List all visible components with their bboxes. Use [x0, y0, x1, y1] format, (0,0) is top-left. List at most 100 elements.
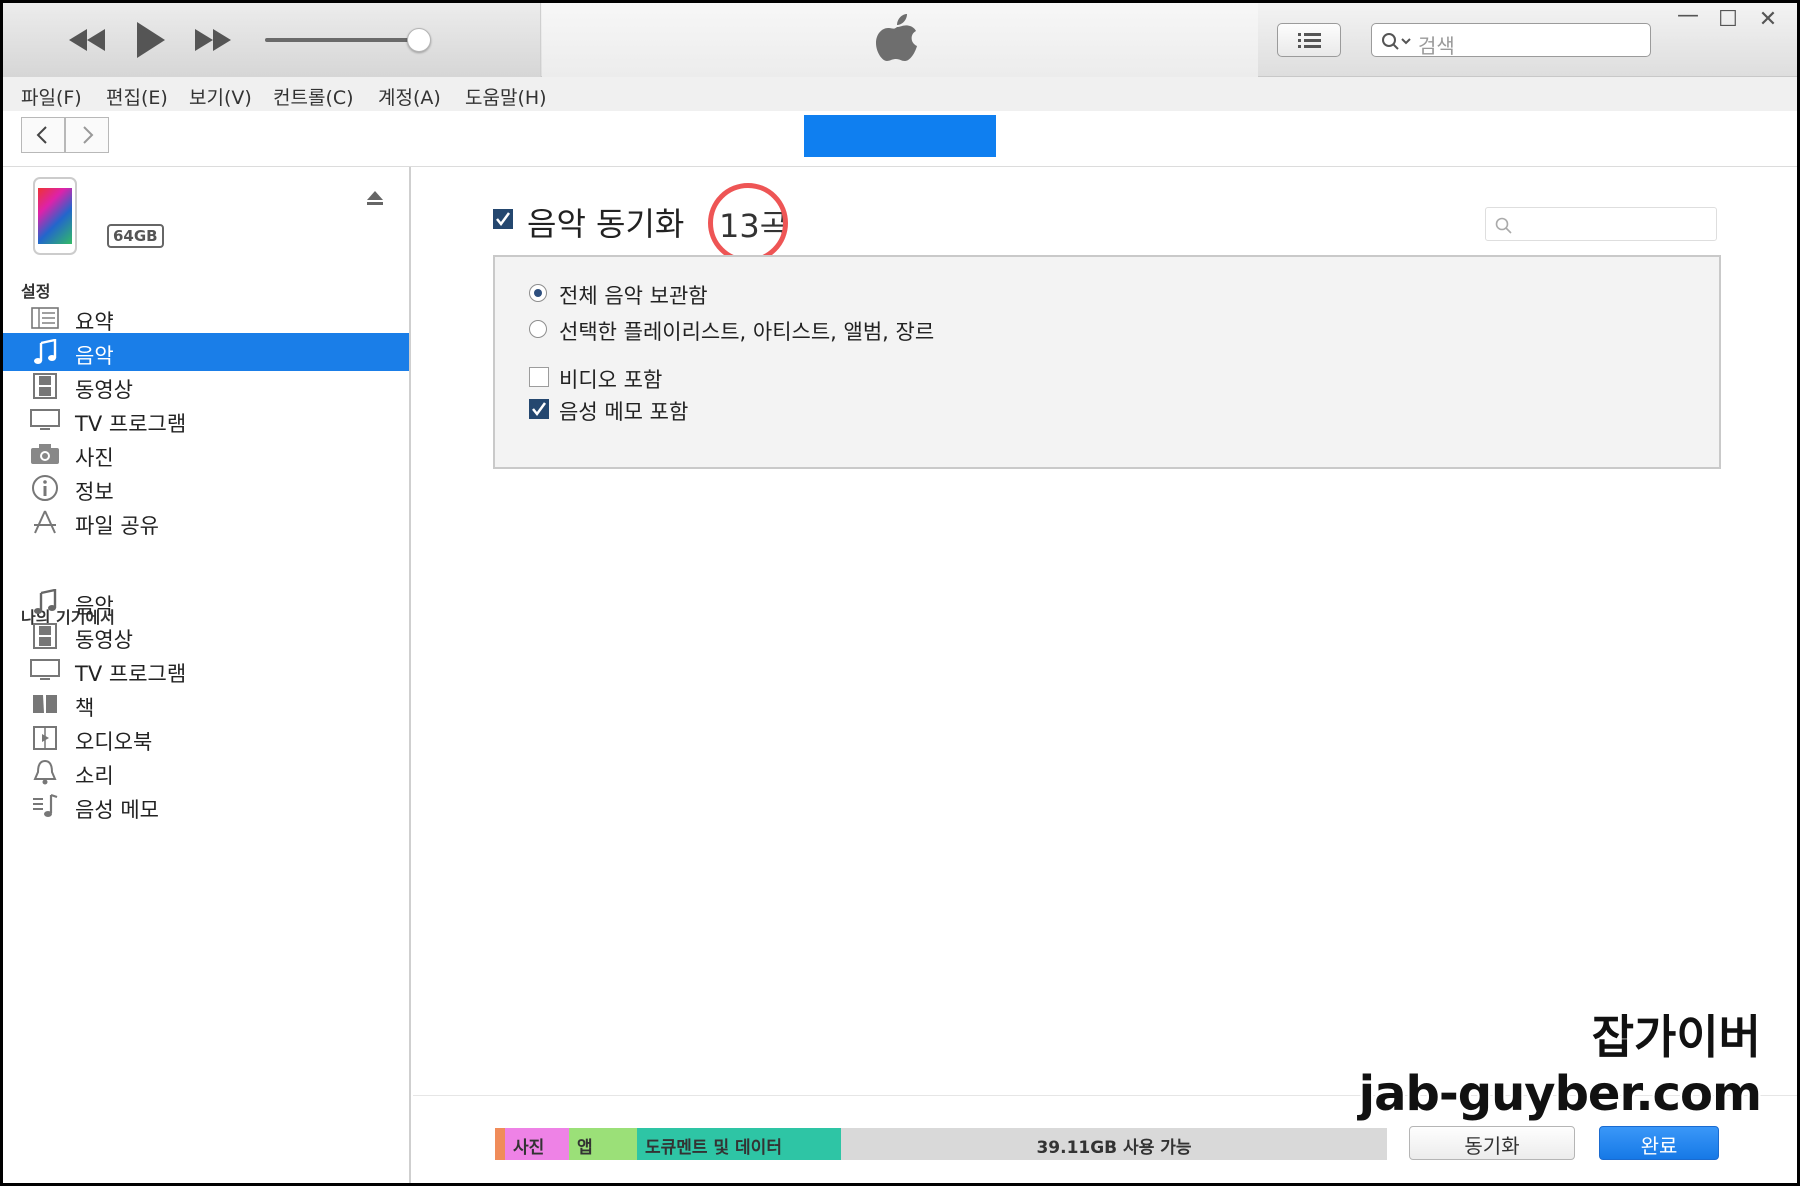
maximize-button[interactable]: ☐	[1713, 7, 1743, 32]
info-icon	[29, 474, 61, 502]
sidebar-settings-item[interactable]: 사진	[3, 435, 409, 473]
sidebar-settings-item[interactable]: 파일 공유	[3, 503, 409, 541]
sidebar-device-item[interactable]: 책	[3, 685, 409, 723]
option-label: 선택한 플레이리스트, 아티스트, 앨범, 장르	[559, 320, 935, 344]
watermark-url: jab-guyber.com	[1358, 1066, 1762, 1122]
sync-music-checkbox[interactable]	[493, 209, 513, 229]
search-placeholder: 검색	[1418, 34, 1455, 58]
music-note-icon	[29, 588, 61, 616]
itunes-window: 검색 — ☐ ✕ 파일(F) 편집(E) 보기(V) 컨트롤(C) 계정(A) …	[3, 3, 1797, 1183]
player-controls	[3, 3, 541, 77]
voice-memo-icon	[29, 792, 61, 820]
audiobook-icon	[29, 724, 61, 752]
highlight-circle	[708, 183, 788, 263]
status-area	[542, 3, 1258, 77]
device-tab[interactable]	[804, 115, 996, 157]
sidebar-settings-item-label: 파일 공유	[75, 514, 159, 538]
menu-view[interactable]: 보기(V)	[189, 83, 252, 110]
sidebar-settings-item[interactable]: 음악	[3, 333, 409, 371]
search-icon	[1382, 33, 1411, 50]
checkbox-include-videos[interactable]	[529, 367, 549, 387]
device-capacity: 64GB	[107, 224, 164, 248]
list-icon	[1298, 33, 1321, 48]
filter-input[interactable]	[1485, 207, 1717, 241]
option-label: 전체 음악 보관함	[559, 284, 708, 308]
list-view-button[interactable]	[1277, 23, 1341, 57]
film-icon	[29, 372, 61, 400]
volume-slider-knob[interactable]	[407, 28, 431, 52]
sidebar-settings-item[interactable]: 동영상	[3, 367, 409, 405]
tv-icon	[29, 656, 61, 684]
sidebar-settings-item[interactable]: 정보	[3, 469, 409, 507]
done-button[interactable]: 완료	[1599, 1126, 1719, 1160]
sidebar-device-item[interactable]: 소리	[3, 753, 409, 791]
book-icon	[29, 690, 61, 718]
sync-music-title: 음악 동기화	[527, 205, 685, 243]
film-icon	[29, 622, 61, 650]
device-image	[33, 177, 77, 255]
sidebar-settings-item-label: 사진	[75, 446, 114, 470]
checkbox-include-voice-memos[interactable]	[529, 399, 549, 419]
app-store-icon	[29, 508, 61, 536]
watermark: 잡가이버 jab-guyber.com	[1321, 1009, 1762, 1123]
play-icon[interactable]	[133, 20, 167, 60]
sidebar-device-item-label: 책	[75, 696, 95, 720]
minimize-button[interactable]: —	[1673, 3, 1703, 28]
volume-slider[interactable]	[265, 38, 425, 42]
sidebar-device-item-label: 오디오북	[75, 730, 153, 754]
sidebar-device-item[interactable]: TV 프로그램	[3, 651, 409, 689]
sidebar-settings-item[interactable]: 요약	[3, 299, 409, 337]
storage-segment: 앱	[569, 1128, 637, 1160]
menu-file[interactable]: 파일(F)	[21, 83, 82, 110]
storage-segment: 도큐멘트 및 데이터	[637, 1128, 841, 1160]
navigation-bar	[3, 111, 1797, 167]
storage-segment: 사진	[505, 1128, 569, 1160]
forward-button[interactable]	[65, 117, 109, 153]
sidebar-device-item[interactable]: 동영상	[3, 617, 409, 655]
menu-help[interactable]: 도움말(H)	[465, 83, 547, 110]
bell-icon	[29, 758, 61, 786]
menu-bar: 파일(F) 편집(E) 보기(V) 컨트롤(C) 계정(A) 도움말(H)	[3, 77, 1797, 111]
fast-forward-icon[interactable]	[193, 27, 233, 53]
menu-controls[interactable]: 컨트롤(C)	[273, 83, 354, 110]
sync-options-panel: 전체 음악 보관함 선택한 플레이리스트, 아티스트, 앨범, 장르 비디오 포…	[493, 255, 1721, 469]
sidebar-device-item[interactable]: 오디오북	[3, 719, 409, 757]
rewind-icon[interactable]	[67, 27, 107, 53]
checkmark-icon	[529, 399, 549, 419]
sidebar-settings-item-label: TV 프로그램	[75, 412, 187, 436]
option-label: 비디오 포함	[559, 368, 663, 392]
chevron-left-icon	[36, 126, 47, 144]
radio-selected-items[interactable]	[529, 320, 547, 338]
storage-segment	[495, 1128, 505, 1160]
sidebar: 64GB 설정 요약 음악 동영상 TV 프로그램 사진 정보 파일 공유 나의 기기에서 …	[3, 167, 411, 1183]
watermark-title: 잡가이버	[1591, 1010, 1761, 1064]
apple-logo-icon	[876, 14, 917, 61]
close-button[interactable]: ✕	[1753, 7, 1783, 32]
sidebar-settings-item-label: 음악	[75, 344, 114, 368]
chevron-right-icon	[83, 126, 94, 144]
sidebar-device-item-label: 음성 메모	[75, 798, 159, 822]
sidebar-settings-item-label: 동영상	[75, 378, 133, 402]
sync-button[interactable]: 동기화	[1409, 1126, 1575, 1160]
title-bar: 검색 — ☐ ✕	[3, 3, 1797, 77]
sidebar-device-item[interactable]: 음악	[3, 583, 409, 621]
menu-account[interactable]: 계정(A)	[378, 83, 441, 110]
sidebar-device-item[interactable]: 음성 메모	[3, 787, 409, 825]
radio-entire-library[interactable]	[529, 284, 547, 302]
search-icon	[1495, 217, 1512, 234]
summary-icon	[29, 304, 61, 332]
option-label: 음성 메모 포함	[559, 400, 689, 424]
checkmark-icon	[493, 209, 513, 229]
music-note-icon	[29, 338, 61, 366]
eject-icon[interactable]	[365, 189, 385, 207]
sidebar-device-item-label: 음악	[75, 594, 114, 618]
storage-bar: 사진 앱 도큐멘트 및 데이터 39.11GB 사용 가능	[495, 1128, 1387, 1160]
sidebar-device-item-label: TV 프로그램	[75, 662, 187, 686]
camera-icon	[29, 440, 61, 468]
sidebar-settings-item[interactable]: TV 프로그램	[3, 401, 409, 439]
back-button[interactable]	[21, 117, 65, 153]
sidebar-device-item-label: 동영상	[75, 628, 133, 652]
storage-segment: 39.11GB 사용 가능	[841, 1128, 1387, 1160]
search-input[interactable]: 검색	[1371, 23, 1651, 58]
menu-edit[interactable]: 편집(E)	[106, 83, 168, 110]
